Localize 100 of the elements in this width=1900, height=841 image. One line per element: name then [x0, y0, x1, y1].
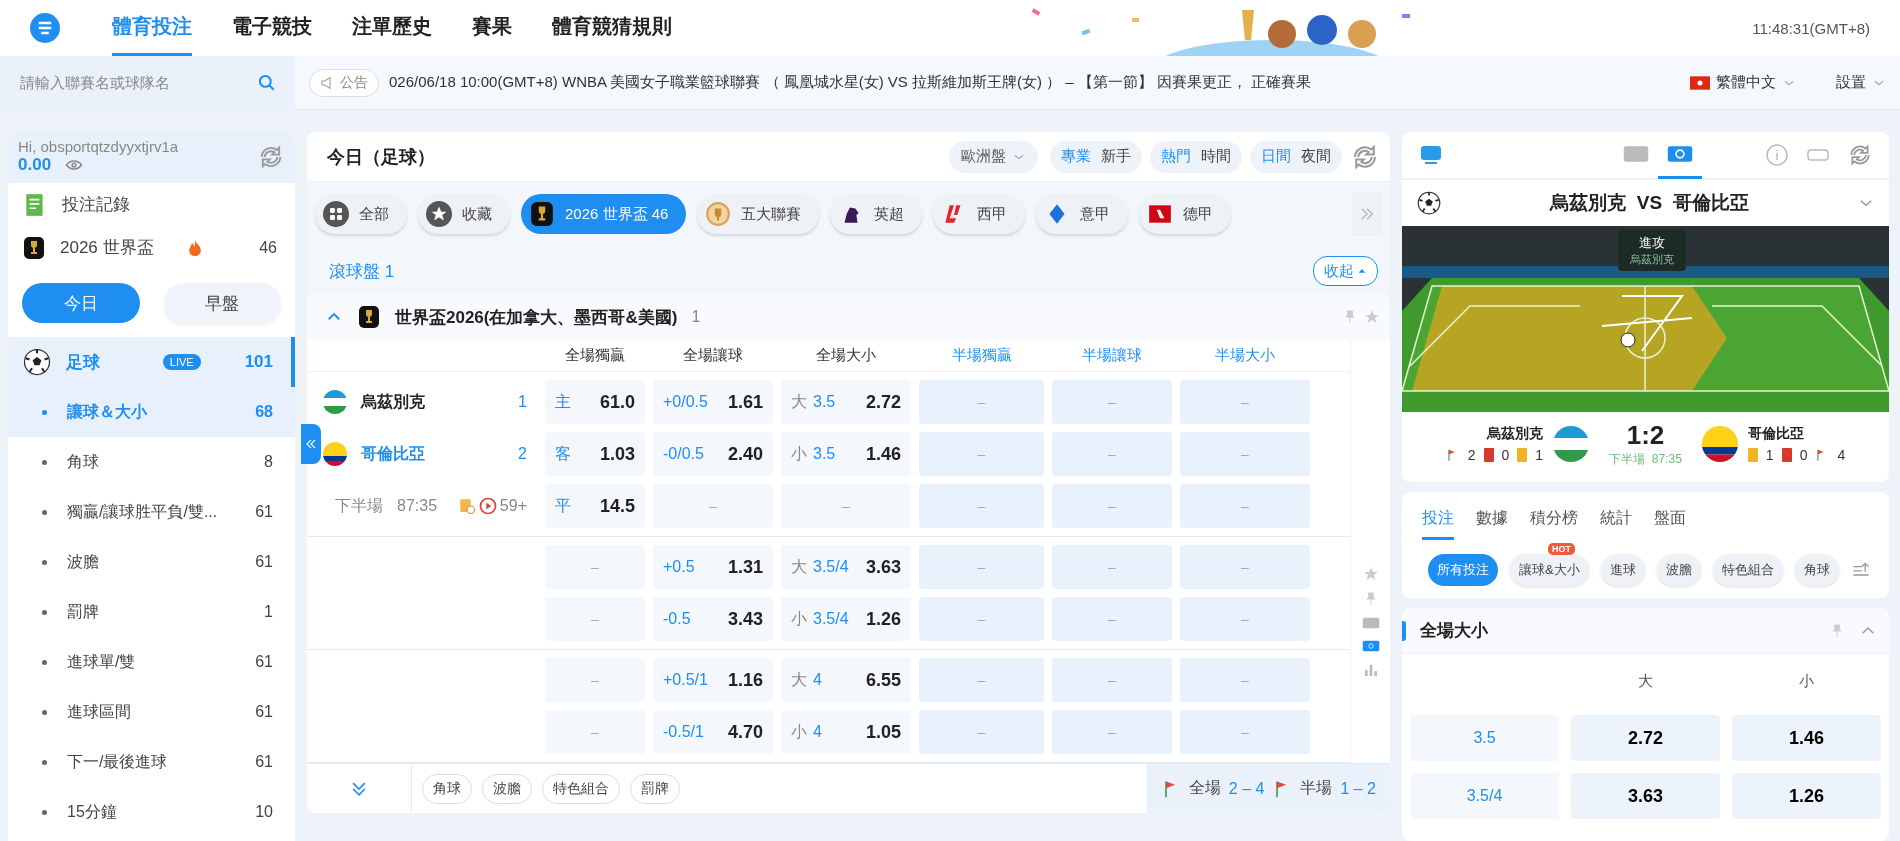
empty-odds: – — [1108, 394, 1116, 410]
odds-cell[interactable]: -0.5/1 4.70 — [653, 710, 773, 754]
league-tab[interactable]: 五大聯賽 — [697, 194, 820, 234]
odds-cell[interactable]: 大 3.5/4 3.63 — [781, 545, 911, 589]
odds-cell[interactable]: +0.5/1 1.16 — [653, 658, 773, 702]
odds-cell[interactable]: 客 1.03 — [545, 432, 645, 476]
odds-cell[interactable]: +0.5 1.31 — [653, 545, 773, 589]
odds-cell[interactable]: +0/0.5 1.61 — [653, 380, 773, 424]
odds-button[interactable]: 1.46 — [1732, 715, 1881, 761]
market-tag[interactable]: 特色組合 — [542, 773, 620, 804]
toggle-option[interactable]: 新手 — [1096, 147, 1136, 166]
market-tag[interactable]: 波膽 — [482, 773, 532, 804]
nav-tab[interactable]: 注單歷史 — [352, 0, 432, 56]
corner-label: 全場 — [1188, 778, 1221, 798]
odds-cell[interactable]: 大 4 6.55 — [781, 658, 911, 702]
odds-cell[interactable]: 主 61.0 — [545, 380, 645, 424]
odds-cell[interactable]: 大 3.5 2.72 — [781, 380, 911, 424]
match-score: 1:2 — [1626, 420, 1665, 451]
settings-menu[interactable]: 設置 — [1836, 73, 1886, 92]
handicap-line: +0.5/1 — [663, 671, 708, 689]
shortcut-item[interactable]: 2026 世界盃 46 — [8, 226, 295, 269]
odds-cell[interactable]: 小 3.5/4 1.26 — [781, 597, 911, 641]
odds-cell[interactable]: -0/0.5 2.40 — [653, 432, 773, 476]
handicap-line: -0.5 — [663, 610, 691, 628]
odds-cell[interactable]: 平 14.5 — [545, 484, 645, 528]
odds-button[interactable]: 3.63 — [1571, 773, 1720, 819]
league-tab[interactable]: 英超 — [830, 194, 923, 234]
market-item[interactable]: 獨贏/讓球胜平負/雙... 61 — [8, 487, 295, 537]
collapse-sidebar-button[interactable] — [301, 424, 321, 464]
search-input[interactable]: 請輸入聯賽名或球隊名 — [18, 73, 257, 92]
info-icon — [1765, 143, 1789, 167]
empty-odds: – — [1108, 611, 1116, 627]
over-under-label: 大 — [791, 391, 807, 412]
league-tab[interactable]: 德甲 — [1139, 194, 1232, 234]
empty-odds: – — [1108, 559, 1116, 575]
over-under-label: 大 — [791, 556, 807, 577]
market-item[interactable]: 下一/最後進球 61 — [8, 737, 295, 787]
odds-value: 1.26 — [865, 608, 901, 630]
market-chip[interactable]: 讓球&大小 — [1510, 554, 1589, 586]
empty-odds: – — [1241, 446, 1249, 462]
league-name: 世界盃2026(在加拿大、墨西哥&美國) — [395, 306, 678, 329]
league-tab[interactable]: 西甲 — [933, 194, 1026, 234]
handicap-line: +0.5 — [663, 558, 695, 576]
league-tab[interactable]: 全部 — [315, 194, 407, 234]
odds-value: 3.63 — [865, 556, 901, 578]
market-tag[interactable]: 角球 — [422, 773, 472, 804]
market-tag[interactable]: 罰牌 — [630, 773, 680, 804]
market-item[interactable]: 進球區間 61 — [8, 687, 295, 737]
medal-icon — [705, 201, 732, 227]
collapse-button[interactable]: 收起 — [1313, 256, 1378, 286]
more-markets-count[interactable]: 59+ — [499, 497, 527, 515]
empty-odds: – — [591, 559, 599, 575]
team-name: 烏茲別克 — [361, 391, 425, 412]
column-header: 全場讓球 — [682, 345, 744, 365]
nav-tab[interactable]: 賽果 — [472, 0, 512, 56]
clock-time: 11:48:31(GMT+8) — [1752, 19, 1870, 37]
market-chip[interactable]: 特色組合 — [1712, 554, 1783, 586]
detail-tab[interactable]: 統計 — [1600, 502, 1632, 540]
language-selector[interactable]: 繁體中文 — [1690, 73, 1796, 92]
league-tab[interactable]: 意甲 — [1036, 194, 1129, 234]
scroll-right-button[interactable] — [1352, 192, 1382, 236]
market-item[interactable]: 波膽 61 — [8, 537, 295, 587]
detail-tab[interactable]: 積分榜 — [1530, 502, 1578, 540]
stat-value: 2 — [1467, 447, 1476, 463]
market-item[interactable]: 15分鐘 10 — [8, 787, 295, 837]
odds-button[interactable]: 1.26 — [1732, 773, 1881, 819]
nav-tab[interactable]: 電子競技 — [232, 0, 312, 56]
odds-type-dropdown[interactable]: 歐洲盤 — [949, 140, 1038, 173]
search-field[interactable]: 請輸入聯賽名或球隊名 — [0, 55, 295, 110]
market-chip[interactable]: 角球 — [1794, 554, 1839, 586]
scoreboard-icon — [1361, 615, 1380, 630]
market-item[interactable]: 進球單/雙 61 — [8, 637, 295, 687]
detail-tab[interactable]: 盤面 — [1654, 502, 1686, 540]
detail-tab[interactable]: 數據 — [1476, 502, 1508, 540]
total-line: 3.5/4 — [813, 558, 849, 576]
penalty-card-icon — [1781, 448, 1792, 462]
odds-value: 1.46 — [865, 443, 901, 465]
toggle-option[interactable]: 夜間 — [1296, 147, 1336, 166]
shortcut-item[interactable]: 投注記錄 — [8, 183, 295, 226]
column-header: 全場大小 — [815, 345, 877, 365]
empty-odds: – — [1241, 672, 1249, 688]
play-icon — [477, 496, 498, 516]
odds-button[interactable]: 2.72 — [1571, 715, 1720, 761]
market-chip[interactable]: 進球 — [1600, 554, 1645, 586]
toggle-option[interactable]: 時間 — [1196, 147, 1236, 166]
empty-odds: – — [977, 672, 986, 688]
odds-cell[interactable]: 小 4 1.05 — [781, 710, 911, 754]
odds-cell[interactable]: 小 3.5 1.46 — [781, 432, 911, 476]
market-chip[interactable]: 波膽 — [1656, 554, 1701, 586]
nav-tab[interactable]: 體育競猜規則 — [552, 0, 672, 56]
market-item[interactable]: 角球 8 — [8, 437, 295, 487]
penalty-card-icon — [1483, 448, 1494, 462]
league-tab[interactable]: 收藏 — [418, 194, 510, 234]
announcement-tag[interactable]: 公告 — [309, 68, 379, 97]
stat-value: 0 — [1501, 447, 1510, 463]
stats-icon — [457, 497, 476, 515]
market-item[interactable]: 罰牌 1 — [8, 587, 295, 637]
period-tab[interactable]: 早盤 — [163, 283, 281, 323]
odds-cell[interactable]: -0.5 3.43 — [653, 597, 773, 641]
over-under-label: 小 — [791, 443, 807, 464]
